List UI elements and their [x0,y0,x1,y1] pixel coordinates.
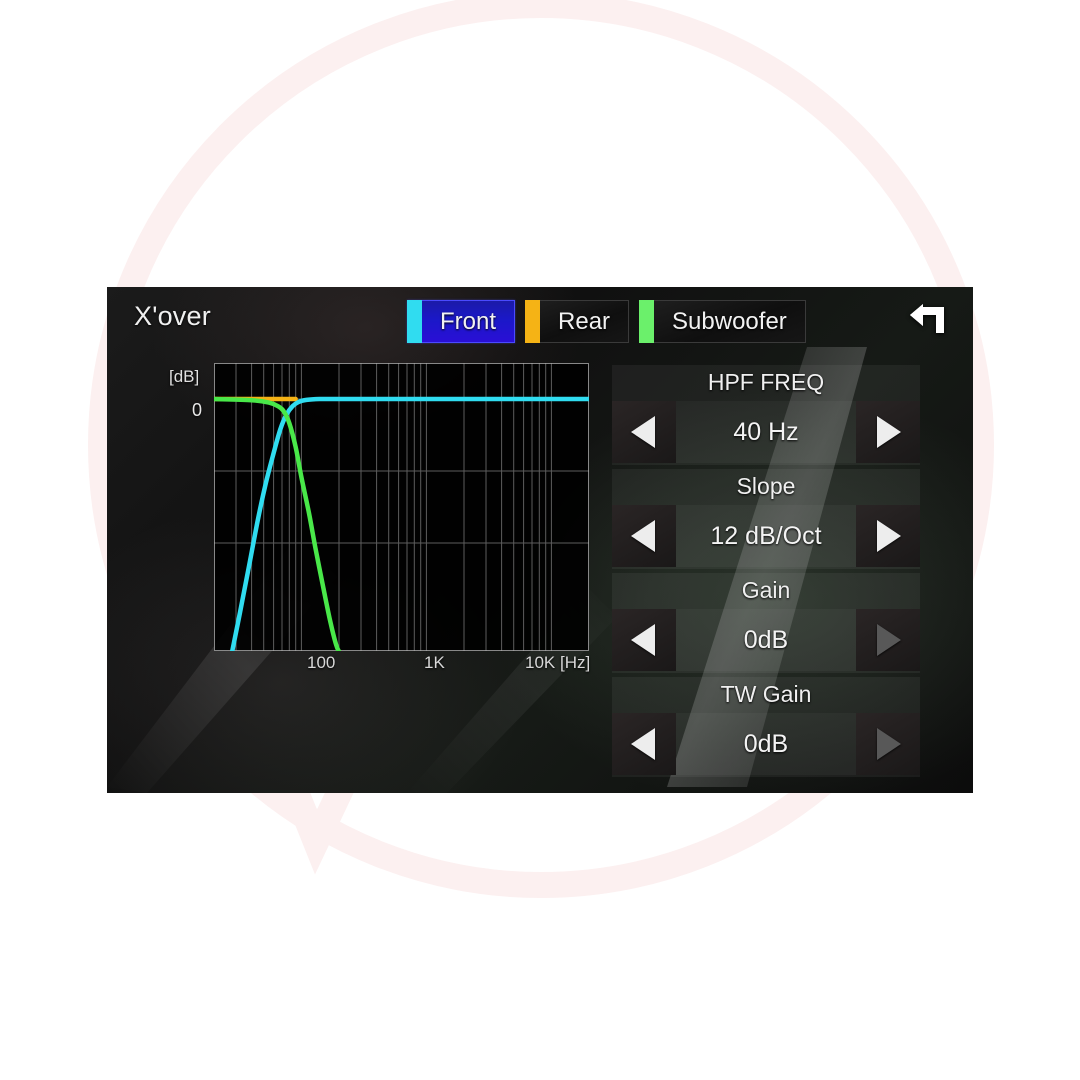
control-gain: Gain 0dB [612,573,920,673]
front-color-swatch [407,300,422,343]
back-button[interactable] [901,295,955,345]
slope-increase-button[interactable] [856,505,920,567]
left-triangle-icon [627,622,661,658]
gain-decrease-button[interactable] [612,609,676,671]
tab-subwoofer[interactable]: Subwoofer [639,300,806,343]
y-axis-unit-label: [dB] [169,367,200,386]
channel-tabs: Front Rear Subwoofer [407,300,806,343]
right-triangle-icon [871,518,905,554]
tab-subwoofer-label: Subwoofer [654,300,806,343]
tab-rear[interactable]: Rear [525,300,630,343]
parameter-controls: HPF FREQ 40 Hz Slope 12 dB/Oct Gain 0dB … [612,365,920,777]
hpf-freq-increase-button[interactable] [856,401,920,463]
left-triangle-icon [627,518,661,554]
gain-increase-button [856,609,920,671]
control-hpf-freq-title: HPF FREQ [707,369,825,395]
tab-rear-label: Rear [540,300,630,343]
x-tick-100: 100 [307,653,336,672]
head-unit-screen: X'over Front Rear Subwoofer [dB] 0 100 1… [107,287,973,793]
x-tick-10k: 10K [Hz] [525,653,591,672]
tab-front[interactable]: Front [407,300,516,343]
control-hpf-freq-value: 40 Hz [676,401,856,463]
right-triangle-icon [871,622,905,658]
hpf-freq-decrease-button[interactable] [612,401,676,463]
control-tw-gain: TW Gain 0dB [612,677,920,777]
header-bar: X'over Front Rear Subwoofer [107,287,973,352]
left-triangle-icon [627,726,661,762]
control-slope: Slope 12 dB/Oct [612,469,920,569]
right-triangle-icon [871,414,905,450]
tab-front-label: Front [422,300,516,343]
control-gain-value: 0dB [676,609,856,671]
x-axis-labels: 100 1K 10K [Hz] [214,653,604,679]
page-title: X'over [134,301,211,331]
graph-plot-area [214,363,589,651]
slope-decrease-button[interactable] [612,505,676,567]
control-hpf-freq: HPF FREQ 40 Hz [612,365,920,465]
y-axis-zero-label: 0 [192,400,203,420]
subwoofer-color-swatch [639,300,655,343]
back-arrow-icon [906,300,950,340]
control-tw-gain-value: 0dB [676,713,856,775]
rear-color-swatch [525,300,541,343]
control-tw-gain-title: TW Gain [720,681,812,707]
left-triangle-icon [627,414,661,450]
page-root: X'over Front Rear Subwoofer [dB] 0 100 1… [0,0,1080,1080]
tw-gain-increase-button [856,713,920,775]
crossover-graph: [dB] 0 100 1K 10K [Hz] [129,363,599,683]
control-slope-title: Slope [736,473,796,499]
tw-gain-decrease-button[interactable] [612,713,676,775]
x-tick-1k: 1K [424,653,445,672]
control-gain-title: Gain [741,577,791,603]
control-slope-value: 12 dB/Oct [676,505,856,567]
right-triangle-icon [871,726,905,762]
